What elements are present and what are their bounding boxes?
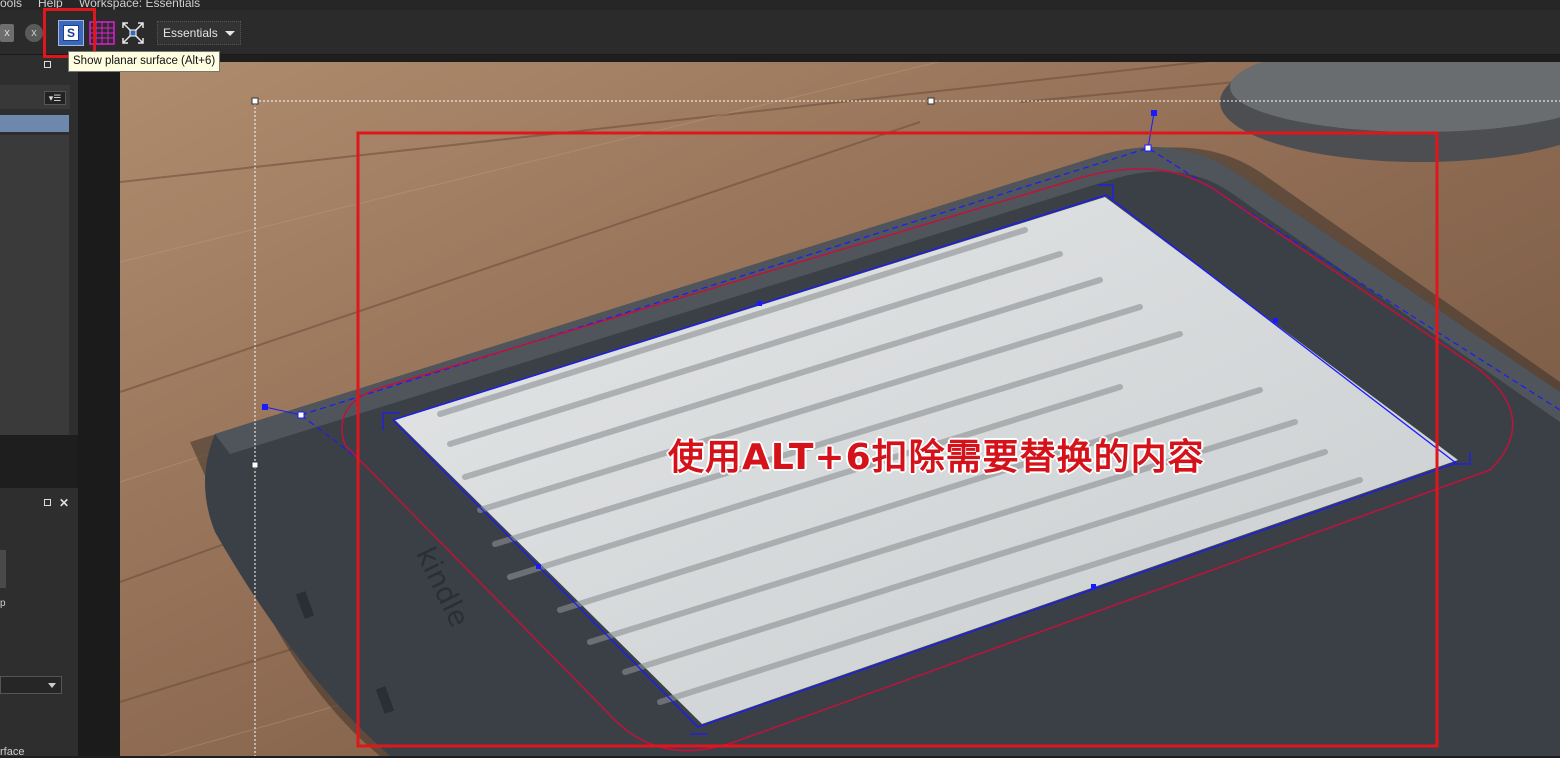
pin-icon[interactable] xyxy=(44,499,51,506)
photo-illustration: kindle xyxy=(120,62,1560,756)
chevron-down-icon xyxy=(48,683,56,688)
selected-list-item[interactable] xyxy=(0,115,69,132)
panel-body xyxy=(0,135,69,435)
menu-bar: ools Help Workspace: Essentials xyxy=(0,0,1560,10)
expand-arrows-icon xyxy=(122,22,144,44)
panel-menu-button[interactable]: ▾☰ xyxy=(44,91,66,105)
panel-dropdown[interactable] xyxy=(0,676,62,694)
left-panel-bottom: ✕ p rface xyxy=(0,488,78,758)
tooltip: Show planar surface (Alt+6) xyxy=(68,51,221,72)
left-panel-top: ▾☰ xyxy=(0,55,78,435)
workspace-dropdown[interactable]: Essentials xyxy=(157,21,241,45)
close-icon[interactable]: ✕ xyxy=(59,496,69,510)
canvas-gutter xyxy=(78,55,120,756)
annotation-caption: 使用ALT+6扣除需要替换的内容 xyxy=(668,437,1205,478)
panel-symbol: p xyxy=(0,598,6,609)
toolbar: x x S Essentials xyxy=(0,10,1560,55)
chevron-down-icon xyxy=(225,31,235,36)
circle-close-button[interactable]: x xyxy=(25,24,43,42)
panel-swatch xyxy=(0,550,6,588)
pin-icon[interactable] xyxy=(44,61,51,68)
menu-workspace[interactable]: Workspace: Essentials xyxy=(79,0,200,10)
workspace-dropdown-value: Essentials xyxy=(163,26,218,40)
close-x-button[interactable]: x xyxy=(0,24,14,42)
panel-label: rface xyxy=(0,746,25,758)
image-canvas[interactable]: kindle xyxy=(120,62,1560,756)
menu-tools[interactable]: ools xyxy=(0,0,22,10)
fit-to-view-button[interactable] xyxy=(120,20,146,46)
